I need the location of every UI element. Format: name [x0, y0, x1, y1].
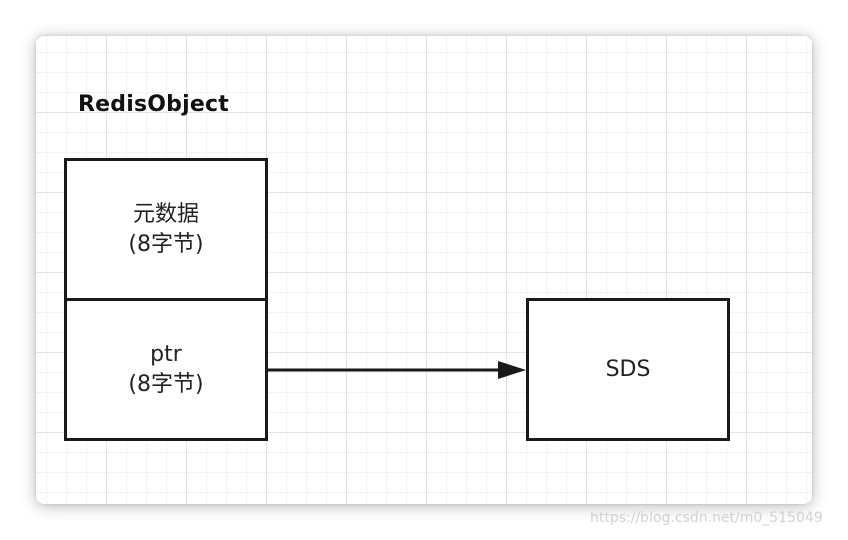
- sds-box: SDS: [526, 298, 730, 441]
- sds-label: SDS: [605, 356, 651, 382]
- page: RedisObject 元数据 (8字节) ptr (8字节) SDS http…: [0, 0, 848, 540]
- watermark: https://blog.csdn.net/m0_515049: [590, 510, 823, 526]
- pointer-arrow: [268, 361, 526, 379]
- arrow-head-icon: [498, 361, 526, 379]
